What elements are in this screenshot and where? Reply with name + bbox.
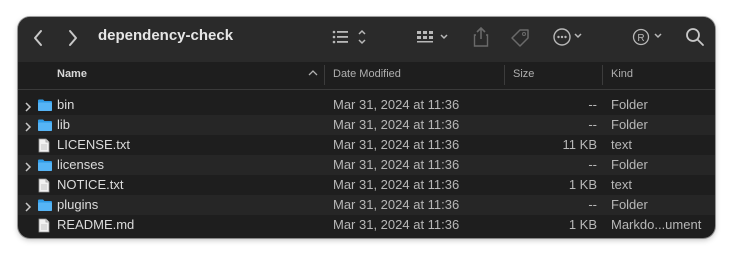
folder-icon: [37, 198, 53, 215]
file-size: 1 KB: [568, 217, 597, 232]
file-name: plugins: [57, 197, 99, 212]
back-icon[interactable]: [32, 28, 44, 48]
file-row[interactable]: NOTICE.txt Mar 31, 2024 at 11:36 1 KB text: [18, 175, 715, 195]
column-header: Name Date Modified Size Kind: [18, 62, 715, 90]
group-icon[interactable]: [416, 28, 452, 46]
file-row[interactable]: plugins Mar 31, 2024 at 11:36 -- Folder: [18, 195, 715, 215]
file-kind: Folder: [611, 197, 648, 212]
column-date[interactable]: Date Modified: [333, 68, 401, 80]
column-size[interactable]: Size: [513, 68, 534, 80]
column-divider[interactable]: [324, 65, 325, 85]
search-icon[interactable]: [685, 27, 705, 47]
file-name: licenses: [57, 157, 104, 172]
file-size: 1 KB: [568, 177, 597, 192]
share-icon[interactable]: [473, 26, 489, 48]
file-name: LICENSE.txt: [57, 137, 130, 152]
file-size: --: [588, 117, 597, 132]
file-date: Mar 31, 2024 at 11:36: [333, 197, 460, 212]
sort-chevron-icon[interactable]: [308, 68, 318, 81]
file-size: --: [588, 97, 597, 112]
disclosure-chevron-icon[interactable]: [24, 100, 32, 115]
document-icon: [37, 218, 51, 236]
file-kind: Markdo...ument: [611, 217, 702, 232]
file-date: Mar 31, 2024 at 11:36: [333, 177, 460, 192]
folder-icon: [37, 158, 53, 175]
svg-text:R: R: [637, 33, 644, 44]
list-view-icon[interactable]: [331, 28, 367, 46]
forward-icon[interactable]: [67, 28, 79, 48]
file-row[interactable]: licenses Mar 31, 2024 at 11:36 -- Folder: [18, 155, 715, 175]
file-date: Mar 31, 2024 at 11:36: [333, 117, 460, 132]
column-divider[interactable]: [504, 65, 505, 85]
file-kind: Folder: [611, 157, 648, 172]
document-icon: [37, 138, 51, 156]
document-icon: [37, 178, 51, 196]
file-name: bin: [57, 97, 75, 112]
file-row[interactable]: lib Mar 31, 2024 at 11:36 -- Folder: [18, 115, 715, 135]
tag-icon[interactable]: [509, 27, 531, 49]
file-date: Mar 31, 2024 at 11:36: [333, 157, 460, 172]
column-name[interactable]: Name: [57, 68, 87, 80]
file-kind: Folder: [611, 97, 648, 112]
more-icon[interactable]: [553, 27, 589, 47]
file-date: Mar 31, 2024 at 11:36: [333, 217, 460, 232]
file-date: Mar 31, 2024 at 11:36: [333, 97, 460, 112]
toolbar: dependency-check R: [18, 17, 715, 62]
file-date: Mar 31, 2024 at 11:36: [333, 137, 460, 152]
file-name: NOTICE.txt: [57, 177, 124, 192]
file-row[interactable]: README.md Mar 31, 2024 at 11:36 1 KB Markdo…: [18, 215, 715, 235]
disclosure-chevron-icon[interactable]: [24, 160, 32, 175]
file-kind: Folder: [611, 117, 648, 132]
file-row[interactable]: bin Mar 31, 2024 at 11:36 -- Folder: [18, 95, 715, 115]
window-title: dependency-check: [98, 27, 234, 44]
file-kind: text: [611, 137, 632, 152]
registered-icon[interactable]: R: [632, 27, 668, 47]
finder-window: dependency-check R Name Date Modified Si…: [18, 17, 715, 238]
disclosure-chevron-icon[interactable]: [24, 120, 32, 135]
folder-icon: [37, 118, 53, 135]
file-kind: text: [611, 177, 632, 192]
disclosure-chevron-icon[interactable]: [24, 200, 32, 215]
folder-icon: [37, 98, 53, 115]
file-name: README.md: [57, 217, 135, 232]
file-name: lib: [57, 117, 71, 132]
column-divider[interactable]: [602, 65, 603, 85]
file-size: --: [588, 157, 597, 172]
file-row[interactable]: LICENSE.txt Mar 31, 2024 at 11:36 11 KB tex…: [18, 135, 715, 155]
file-size: 11 KB: [562, 137, 597, 152]
file-size: --: [588, 197, 597, 212]
column-kind[interactable]: Kind: [611, 68, 633, 80]
